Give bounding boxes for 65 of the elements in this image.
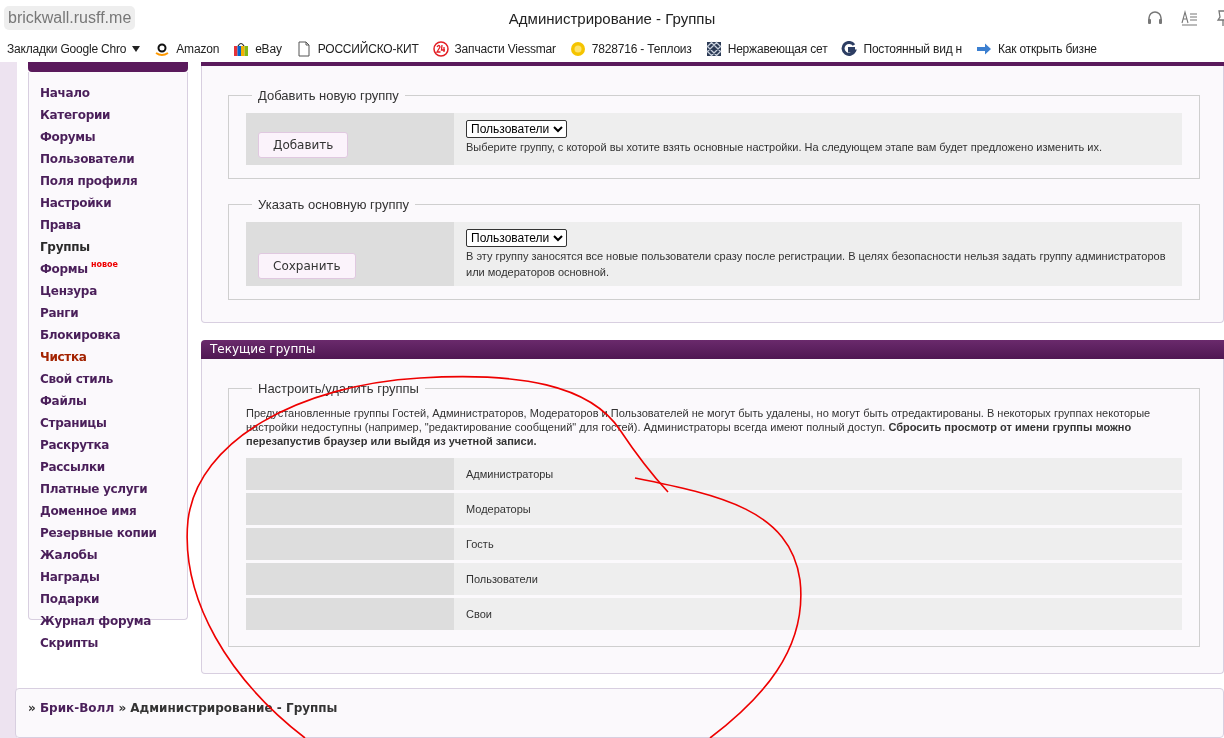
sidebar-link[interactable]: Скрипты bbox=[40, 636, 98, 650]
sidebar-link[interactable]: Ранги bbox=[40, 306, 79, 320]
sidebar-link[interactable]: Страницы bbox=[40, 416, 107, 430]
smile-logo-icon bbox=[154, 41, 171, 57]
sidebar-link[interactable]: Настройки bbox=[40, 196, 112, 210]
sidebar-link[interactable]: Доменное имя bbox=[40, 504, 137, 518]
sidebar-link[interactable]: Резервные копии bbox=[40, 526, 157, 540]
sidebar-link[interactable]: Формы bbox=[40, 262, 88, 276]
breadcrumb-text: » Брик-Волл » Администрирование - Группы bbox=[28, 700, 338, 715]
breadcrumb-link[interactable]: Брик-Волл bbox=[39, 700, 115, 715]
right-arrow-icon bbox=[976, 41, 993, 57]
bookmark-link[interactable]: Запчасти Viessmar bbox=[454, 42, 556, 56]
sidebar-link[interactable]: Файлы bbox=[40, 394, 87, 408]
sidebar-link[interactable]: Жалобы bbox=[40, 548, 98, 562]
sidebar-link[interactable]: Подарки bbox=[40, 592, 100, 606]
section-legend: Указать основную группу bbox=[252, 197, 415, 213]
hint-text: Выберите группу, с которой вы хотите взять основные настройки. На следующем этапе вам будет предложено изменить их. bbox=[466, 140, 1102, 156]
window-title: Администрирование - Группы bbox=[508, 9, 716, 27]
group-link[interactable]: Свои bbox=[454, 607, 492, 620]
submit-button[interactable]: Добавить bbox=[258, 132, 349, 159]
bookmark-link[interactable]: Постоянный вид н bbox=[863, 42, 963, 56]
submit-button[interactable]: Сохранить bbox=[258, 253, 356, 280]
sidebar-link[interactable]: Платные услуги bbox=[40, 482, 148, 496]
page-icon bbox=[295, 41, 312, 57]
headphones-icon[interactable] bbox=[1146, 9, 1164, 27]
bookmark-link[interactable]: Amazon bbox=[176, 42, 220, 56]
sidebar-link[interactable]: Блокировка bbox=[40, 328, 121, 342]
address-bar[interactable]: brickwall.rusff.me bbox=[4, 6, 136, 30]
section-header: Текущие группы bbox=[201, 340, 1224, 359]
sidebar-link[interactable]: Группы bbox=[40, 240, 90, 254]
sidebar-link[interactable]: Свой стиль bbox=[40, 372, 114, 386]
group-link[interactable]: Модераторы bbox=[454, 502, 531, 515]
group-select[interactable]: Пользователи bbox=[466, 229, 567, 248]
group-link[interactable]: Гость bbox=[454, 537, 494, 550]
sidebar-link[interactable]: Чистка bbox=[40, 350, 87, 364]
letter-g-logo-icon bbox=[841, 41, 858, 57]
group-link[interactable]: Администраторы bbox=[454, 467, 554, 480]
sidebar-link[interactable]: Раскрутка bbox=[40, 438, 110, 452]
sidebar-link[interactable]: Награды bbox=[40, 570, 100, 584]
group-select[interactable]: Пользователи bbox=[466, 120, 567, 139]
bookmark-link[interactable]: РОССИЙСКО-КИТ bbox=[317, 42, 419, 56]
bookmark-link[interactable]: Как открыть бизне bbox=[998, 42, 1097, 56]
dropdown-caret-icon[interactable] bbox=[132, 46, 141, 52]
shopping-bag-icon bbox=[233, 41, 250, 57]
bookmark-link[interactable]: Нержавеющая сет bbox=[727, 42, 828, 56]
sidebar-link[interactable]: Начало bbox=[40, 86, 90, 100]
number-circle-icon bbox=[432, 41, 449, 57]
sidebar-link[interactable]: Рассылки bbox=[40, 460, 105, 474]
sidebar-link[interactable]: Категории bbox=[40, 108, 111, 122]
hint-text: В эту группу заносятся все новые пользователи сразу после регистрации. В целях безопасности нельзя задать группу администраторов или модераторов основной. bbox=[466, 249, 1167, 281]
sidebar-link[interactable]: Журнал форума bbox=[40, 614, 152, 628]
sidebar-link[interactable]: Права bbox=[40, 218, 81, 232]
sidebar-link[interactable]: Цензура bbox=[40, 284, 97, 298]
bookmark-link[interactable]: eBay bbox=[255, 42, 282, 56]
bookmark-link[interactable]: 7828716 - Теплоиз bbox=[591, 42, 692, 56]
bookmark-link[interactable]: Закладки Google Chro bbox=[7, 42, 127, 56]
sidebar-link[interactable]: Пользователи bbox=[40, 152, 135, 166]
reader-icon[interactable] bbox=[1180, 9, 1198, 27]
new-label: новое bbox=[90, 259, 118, 269]
sidebar-link[interactable]: Поля профиля bbox=[40, 174, 138, 188]
sun-icon bbox=[569, 41, 586, 57]
mesh-icon bbox=[705, 41, 722, 57]
section-legend: Добавить новую группу bbox=[252, 88, 405, 104]
sidebar-link[interactable]: Форумы bbox=[40, 130, 96, 144]
group-link[interactable]: Пользователи bbox=[454, 572, 538, 585]
